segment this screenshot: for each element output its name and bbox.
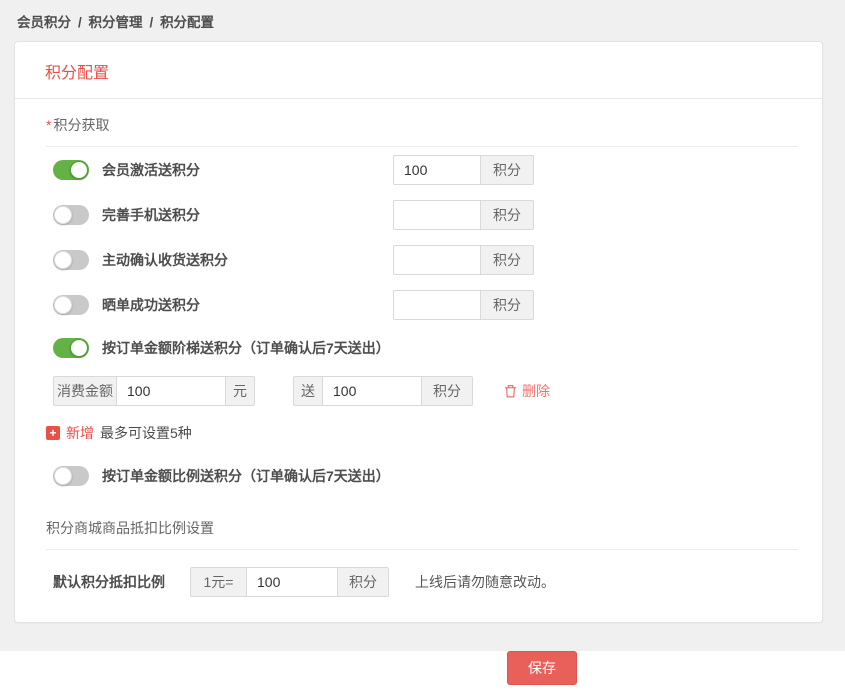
required-asterisk: * — [46, 117, 51, 133]
delete-tier-link[interactable]: 删除 — [504, 381, 550, 401]
toggle-member-activation[interactable] — [53, 160, 89, 180]
add-tier-row: + 新增 最多可设置5种 — [46, 422, 796, 444]
toggle-confirm-receipt[interactable] — [53, 250, 89, 270]
breadcrumb-item-points-management[interactable]: 积分管理 — [89, 15, 143, 30]
breadcrumb-separator: / — [78, 15, 82, 30]
row-label: 会员激活送积分 — [102, 160, 200, 180]
card-header: 积分配置 — [15, 42, 822, 99]
row-share-order: 晒单成功送积分 积分 — [46, 282, 796, 327]
ratio-input-group: 1元= 积分 — [190, 567, 389, 597]
row-member-activation: 会员激活送积分 积分 — [46, 147, 796, 192]
spend-amount-input[interactable] — [116, 376, 226, 406]
toggle-knob — [70, 161, 88, 179]
toggle-knob — [70, 339, 88, 357]
section-divider — [46, 549, 798, 550]
yuan-unit-addon: 元 — [225, 376, 255, 406]
share-order-points-input[interactable] — [393, 290, 481, 320]
ratio-points-input[interactable] — [246, 567, 338, 597]
card-body: *积分获取 会员激活送积分 积分 完善手机送积分 积分 主动确认收货送积分 — [15, 99, 822, 622]
page-title: 积分配置 — [45, 59, 792, 83]
confirm-receipt-points-input[interactable] — [393, 245, 481, 275]
section-header-acquire-label: 积分获取 — [53, 117, 109, 133]
yuan-equals-addon: 1元= — [190, 567, 247, 597]
section-deduction: 积分商城商品抵扣比例设置 默认积分抵扣比例 1元= 积分 上线后请勿随意改动。 — [46, 518, 796, 598]
breadcrumb-separator: / — [150, 15, 154, 30]
toggle-knob — [54, 206, 72, 224]
points-unit-addon: 积分 — [480, 200, 534, 230]
tier-setting-row: 消费金额 元 送 积分 删除 — [53, 375, 796, 407]
points-input-group: 积分 — [393, 290, 534, 320]
row-tiered-points: 按订单金额阶梯送积分（订单确认后7天送出） — [46, 327, 796, 369]
row-label: 晒单成功送积分 — [102, 295, 200, 315]
row-label: 完善手机送积分 — [102, 205, 200, 225]
max-tiers-hint: 最多可设置5种 — [100, 423, 192, 443]
row-complete-phone: 完善手机送积分 积分 — [46, 192, 796, 237]
breadcrumb: 会员积分 / 积分管理 / 积分配置 — [0, 0, 845, 31]
toggle-proportional-points[interactable] — [53, 466, 89, 486]
points-unit-addon: 积分 — [337, 567, 389, 597]
spend-amount-group: 消费金额 元 — [53, 376, 255, 406]
delete-label: 删除 — [522, 381, 550, 401]
toggle-tiered-points[interactable] — [53, 338, 89, 358]
give-label-addon: 送 — [293, 376, 323, 406]
footer-action-bar: 保存 — [0, 651, 845, 690]
member-activation-points-input[interactable] — [393, 155, 481, 185]
toggle-knob — [54, 251, 72, 269]
breadcrumb-item-member-points[interactable]: 会员积分 — [17, 15, 71, 30]
default-ratio-row: 默认积分抵扣比例 1元= 积分 上线后请勿随意改动。 — [46, 566, 796, 598]
plus-icon: + — [46, 426, 60, 440]
points-input-group: 积分 — [393, 245, 534, 275]
points-input-group: 积分 — [393, 200, 534, 230]
toggle-knob — [54, 467, 72, 485]
points-unit-addon: 积分 — [421, 376, 473, 406]
breadcrumb-item-points-config: 积分配置 — [160, 15, 214, 30]
points-config-card: 积分配置 *积分获取 会员激活送积分 积分 完善手机送积分 积分 — [14, 41, 823, 623]
row-proportional-points: 按订单金额比例送积分（订单确认后7天送出） — [46, 453, 796, 498]
row-label: 按订单金额比例送积分（订单确认后7天送出） — [102, 466, 390, 486]
points-input-group: 积分 — [393, 155, 534, 185]
points-unit-addon: 积分 — [480, 245, 534, 275]
points-unit-addon: 积分 — [480, 155, 534, 185]
row-label: 主动确认收货送积分 — [102, 250, 228, 270]
toggle-share-order[interactable] — [53, 295, 89, 315]
default-ratio-label: 默认积分抵扣比例 — [53, 572, 190, 592]
trash-icon — [504, 384, 517, 398]
spend-amount-label-addon: 消费金额 — [53, 376, 117, 406]
save-button[interactable]: 保存 — [507, 651, 577, 685]
give-points-input[interactable] — [322, 376, 422, 406]
complete-phone-points-input[interactable] — [393, 200, 481, 230]
toggle-complete-phone[interactable] — [53, 205, 89, 225]
toggle-knob — [54, 296, 72, 314]
row-label: 按订单金额阶梯送积分（订单确认后7天送出） — [102, 338, 390, 358]
section-header-acquire: *积分获取 — [46, 115, 796, 135]
ratio-warning-note: 上线后请勿随意改动。 — [415, 572, 555, 592]
give-points-group: 送 积分 — [293, 376, 473, 406]
points-unit-addon: 积分 — [480, 290, 534, 320]
add-label: 新增 — [66, 423, 94, 443]
row-confirm-receipt: 主动确认收货送积分 积分 — [46, 237, 796, 282]
section-header-deduction: 积分商城商品抵扣比例设置 — [46, 518, 796, 538]
add-tier-link[interactable]: + 新增 — [46, 423, 94, 443]
